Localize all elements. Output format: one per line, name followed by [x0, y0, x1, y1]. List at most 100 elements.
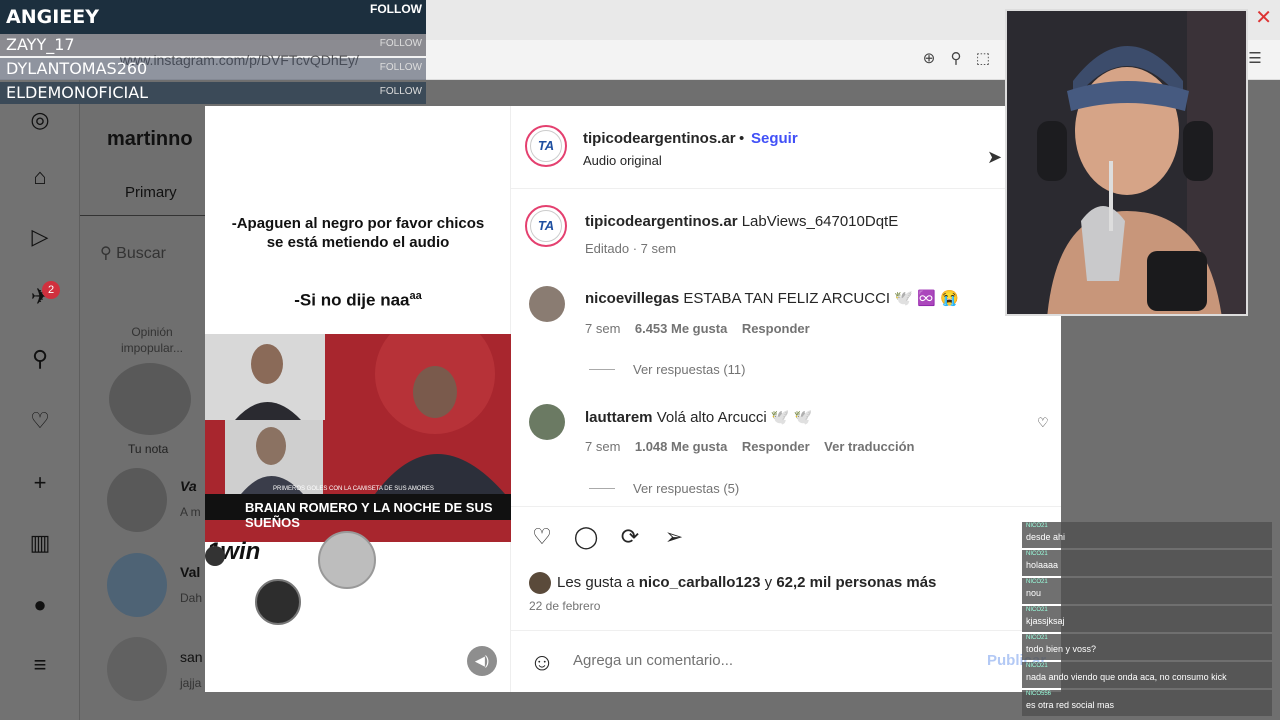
comment-meta: 7 sem 6.453 Me gusta Responder [585, 321, 810, 336]
inbox-panel: martinno Primary ⚲ Buscar Opinión impopu… [80, 80, 205, 720]
stream-chat: NICO21 desde ahi NICO21 holaaaa NICO21 nou … [1022, 522, 1272, 720]
likes-count[interactable]: 62,2 mil personas más [776, 574, 936, 591]
pin-icon[interactable]: ⚲ [947, 50, 965, 68]
comment-meta: 7 sem 1.048 Me gusta Responder Ver tradu… [585, 439, 914, 454]
coins-graphic [205, 531, 376, 625]
note-bubble[interactable]: Opinión impopular... [112, 324, 192, 356]
comment-divider [511, 630, 1061, 631]
comment-like-icon[interactable]: ♡ [1037, 415, 1049, 431]
chat-message: NICO21 holaaaa [1022, 550, 1272, 576]
video-clip: PRIMEROS GOLES CON LA CAMISETA DE SUS AM… [205, 334, 511, 542]
reply-button[interactable]: Responder [742, 321, 810, 336]
like-icon[interactable]: ♡ [529, 524, 555, 550]
comment-username[interactable]: tipicodeargentinos.ar [585, 213, 738, 230]
comment-username[interactable]: nicoevillegas [585, 290, 679, 307]
webcam-image [1007, 11, 1246, 314]
emoji-icon[interactable]: ☺ [529, 649, 555, 677]
author-avatar[interactable]: TA [525, 205, 567, 247]
home-icon[interactable]: ⌂ [26, 163, 54, 191]
inbox-username: martinno [107, 128, 193, 150]
thread-preview: Dah [180, 591, 203, 605]
view-replies-button[interactable]: Ver respuestas (5) [633, 481, 739, 496]
chat-message: NICO556 es otra red social mas [1022, 690, 1272, 716]
mouse-cursor-icon: ➤ [987, 147, 1003, 167]
view-replies-button[interactable]: Ver respuestas (11) [633, 362, 745, 377]
left-navigation: ◎ ⌂ ▷ ✈ 2 ⚲ ♡ + ▥ ● ≡ [0, 80, 80, 720]
thread-preview: jajja [180, 676, 202, 690]
my-note-label: Tu nota [128, 442, 169, 456]
chat-message: NICO21 nou [1022, 578, 1272, 604]
thread-avatar[interactable] [107, 468, 167, 532]
audio-link[interactable]: Audio original [583, 153, 662, 168]
menu-icon[interactable]: ☰ [1246, 50, 1264, 68]
search-placeholder: Buscar [116, 245, 166, 262]
zoom-icon[interactable]: ⊕ [920, 50, 938, 68]
chat-message: NICO21 todo bien y voss? [1022, 634, 1272, 660]
comment-likes[interactable]: 1.048 Me gusta [635, 439, 728, 454]
my-note-avatar[interactable] [109, 363, 191, 435]
author-username[interactable]: tipicodeargentinos.ar [583, 130, 736, 147]
instagram-logo-icon[interactable]: ◎ [26, 106, 54, 134]
replies-line [589, 369, 615, 370]
webcam-feed [1005, 9, 1248, 316]
comment-time: 7 sem [585, 439, 621, 454]
dashboard-icon[interactable]: ▥ [26, 529, 54, 557]
follower-alerts: ANGIEEY FOLLOW ZAYY_17 FOLLOW DYLANTOMAS… [0, 0, 426, 104]
author-avatar[interactable]: TA [525, 125, 567, 167]
comment: lauttarem Volá alto Arcucci 🕊️ 🕊️ [585, 408, 812, 426]
close-icon[interactable]: ✕ [1255, 8, 1272, 28]
thread-name[interactable]: Va [180, 478, 197, 494]
follow-label: FOLLOW [370, 2, 422, 16]
repost-icon[interactable]: ⟳ [617, 524, 643, 550]
volume-icon[interactable]: ◀) [467, 646, 497, 676]
thread-name[interactable]: san [180, 649, 203, 665]
thread-name[interactable]: Val [180, 564, 200, 580]
comment-username[interactable]: lauttarem [585, 409, 653, 426]
inbox-search[interactable]: ⚲ Buscar [100, 243, 205, 273]
reply-button[interactable]: Responder [742, 439, 810, 454]
tab-underline [80, 215, 205, 216]
banner-subtitle: PRIMEROS GOLES CON LA CAMISETA DE SUS AM… [273, 486, 434, 492]
comment: nicoevillegas ESTABA TAN FELIZ ARCUCCI 🕊… [585, 289, 959, 307]
comment-input[interactable]: Agrega un comentario... [573, 652, 953, 669]
search-icon: ⚲ [100, 245, 117, 262]
liker-username[interactable]: nico_carballo123 [639, 574, 761, 591]
header-divider [511, 188, 1061, 189]
reels-icon[interactable]: ▷ [26, 223, 54, 251]
follower-row: ANGIEEY FOLLOW [0, 0, 426, 34]
post-sidebar: TA tipicodeargentinos.ar • Seguir Audio … [511, 106, 1061, 692]
comment-text: ESTABA TAN FELIZ ARCUCCI 🕊️ ♾️ 😭 [683, 290, 959, 307]
actions-divider [511, 506, 1061, 507]
likes-summary: Les gusta a nico_carballo123 y 62,2 mil … [557, 574, 937, 591]
follow-label: FOLLOW [379, 38, 422, 49]
follower-row: DYLANTOMAS260 FOLLOW [0, 58, 426, 80]
commenter-avatar[interactable] [529, 404, 565, 440]
liker-avatar[interactable] [529, 572, 551, 594]
share-icon[interactable]: ➢ [661, 524, 687, 550]
more-menu-icon[interactable]: ≡ [26, 651, 54, 679]
search-icon[interactable]: ⚲ [26, 345, 54, 373]
tab-primary[interactable]: Primary [125, 184, 177, 201]
follow-label: FOLLOW [379, 86, 422, 97]
follow-button[interactable]: Seguir [751, 130, 798, 147]
thread-avatar[interactable] [107, 553, 167, 617]
create-icon[interactable]: + [26, 469, 54, 497]
owner-comment: tipicodeargentinos.ar LabViews_647010Dqt… [585, 213, 898, 230]
translate-button[interactable]: Ver traducción [824, 439, 914, 454]
post-media[interactable]: -Apaguen al negro por favor chicos se es… [205, 106, 511, 692]
screenshot-icon[interactable]: ⬚ [974, 50, 992, 68]
follower-name: ELDEMONOFICIAL [6, 83, 149, 102]
separator-dot: • [739, 130, 745, 147]
follower-name: ANGIEEY [6, 6, 99, 28]
comment-text: LabViews_647010DqtE [741, 213, 899, 230]
commenter-avatar[interactable] [529, 286, 565, 322]
comment-icon[interactable]: ◯ [573, 524, 599, 550]
comment-likes[interactable]: 6.453 Me gusta [635, 321, 728, 336]
chat-message: NICO21 kjassjksaj [1022, 606, 1272, 632]
post-modal: -Apaguen al negro por favor chicos se es… [205, 106, 1061, 692]
thread-preview: A m [180, 505, 201, 519]
heart-icon[interactable]: ♡ [26, 407, 54, 435]
comment-text: Volá alto Arcucci 🕊️ 🕊️ [656, 409, 813, 426]
thread-avatar[interactable] [107, 637, 167, 701]
profile-avatar[interactable]: ● [26, 591, 54, 619]
